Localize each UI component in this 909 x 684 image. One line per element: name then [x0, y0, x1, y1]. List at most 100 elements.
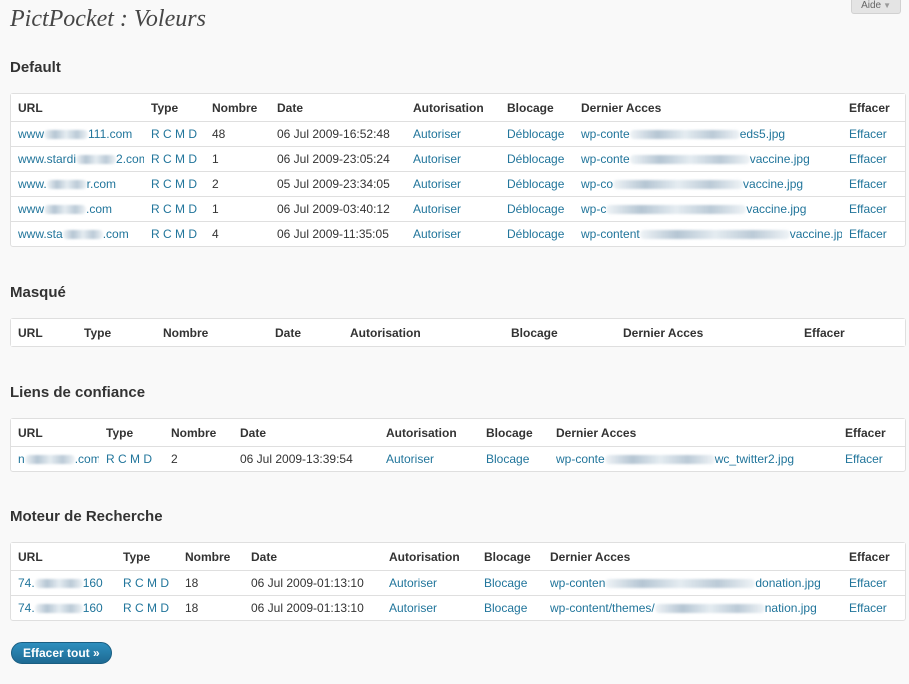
- block-link[interactable]: Déblocage: [507, 227, 564, 241]
- url-link[interactable]: www 111.com: [18, 127, 132, 141]
- col-header-dernier-acces: Dernier Acces: [549, 419, 838, 447]
- type-link-r[interactable]: R: [151, 177, 160, 191]
- delete-link[interactable]: Effacer: [845, 452, 883, 466]
- col-header-autorisation: Autorisation: [406, 94, 500, 122]
- type-link-c[interactable]: C: [163, 177, 172, 191]
- last-access-link[interactable]: wp-conte eds5.jpg: [581, 127, 785, 141]
- type-link-r[interactable]: R: [151, 127, 160, 141]
- block-link[interactable]: Blocage: [484, 601, 527, 615]
- url-link[interactable]: 74. 160: [18, 601, 103, 615]
- authorize-link[interactable]: Autoriser: [413, 127, 461, 141]
- url-cell: www.stardi2.com: [11, 147, 144, 172]
- block-link[interactable]: Blocage: [484, 576, 527, 590]
- auth-cell: Autoriser: [382, 571, 477, 596]
- authorize-link[interactable]: Autoriser: [413, 227, 461, 241]
- delete-link[interactable]: Effacer: [849, 576, 887, 590]
- last-access-link[interactable]: wp-conten donation.jpg: [550, 576, 821, 590]
- type-link-r[interactable]: R: [151, 227, 160, 241]
- delete-cell: Effacer: [842, 172, 905, 197]
- block-link[interactable]: Déblocage: [507, 202, 564, 216]
- col-header-nombre: Nombre: [178, 543, 244, 571]
- authorize-link[interactable]: Autoriser: [389, 576, 437, 590]
- block-link[interactable]: Déblocage: [507, 127, 564, 141]
- type-link-d[interactable]: D: [188, 152, 197, 166]
- last-access-link[interactable]: wp-c vaccine.jpg: [581, 202, 806, 216]
- type-link-c[interactable]: C: [135, 601, 144, 615]
- block-link[interactable]: Déblocage: [507, 177, 564, 191]
- col-header-effacer: Effacer: [838, 419, 905, 447]
- url-link[interactable]: www.sta .com: [18, 227, 129, 241]
- type-link-c[interactable]: C: [163, 202, 172, 216]
- last-access-link[interactable]: wp-contentvaccine.jpg: [581, 227, 842, 241]
- last-access-link[interactable]: wp-conte vaccine.jpg: [581, 152, 810, 166]
- type-cell: R C M D: [99, 447, 164, 471]
- block-link[interactable]: Déblocage: [507, 152, 564, 166]
- table-row: www.sta .com R C M D 4 06 Jul 2009-11:35:05 A…: [11, 222, 905, 246]
- delete-link[interactable]: Effacer: [849, 601, 887, 615]
- col-header-url: URL: [11, 419, 99, 447]
- type-link-m[interactable]: M: [175, 202, 185, 216]
- last-access-cell: wp-conte eds5.jpg: [574, 122, 842, 147]
- delete-cell: Effacer: [838, 447, 905, 471]
- url-link[interactable]: www .com: [18, 202, 112, 216]
- type-cell: R C M D: [144, 122, 205, 147]
- section-title-masque: Masqué: [10, 284, 66, 301]
- type-link-d[interactable]: D: [188, 177, 197, 191]
- delete-link[interactable]: Effacer: [849, 152, 887, 166]
- type-link-m[interactable]: M: [175, 152, 185, 166]
- type-link-d[interactable]: D: [188, 227, 197, 241]
- type-link-m[interactable]: M: [147, 576, 157, 590]
- page-title: PictPocket : Voleurs: [10, 6, 206, 32]
- type-link-d[interactable]: D: [188, 127, 197, 141]
- authorize-link[interactable]: Autoriser: [413, 202, 461, 216]
- type-link-d[interactable]: D: [160, 576, 169, 590]
- url-cell: www .com: [11, 197, 144, 222]
- url-link[interactable]: www. r.com: [18, 177, 116, 191]
- col-header-type: Type: [116, 543, 178, 571]
- redacted-blur: [76, 155, 117, 165]
- type-link-c[interactable]: C: [118, 452, 127, 466]
- type-link-r[interactable]: R: [106, 452, 115, 466]
- delete-link[interactable]: Effacer: [849, 127, 887, 141]
- last-access-link[interactable]: wp-co vaccine.jpg: [581, 177, 803, 191]
- block-link[interactable]: Blocage: [486, 452, 529, 466]
- col-header-url: URL: [11, 543, 116, 571]
- col-header-blocage: Blocage: [500, 94, 574, 122]
- redacted-blur: [654, 604, 765, 614]
- help-tab-label: Aide: [861, 0, 882, 11]
- type-link-m[interactable]: M: [175, 177, 185, 191]
- delete-link[interactable]: Effacer: [849, 227, 887, 241]
- type-link-d[interactable]: D: [160, 601, 169, 615]
- col-header-url: URL: [11, 319, 77, 346]
- clear-all-button[interactable]: Effacer tout »: [11, 642, 112, 664]
- delete-link[interactable]: Effacer: [849, 177, 887, 191]
- type-link-c[interactable]: C: [163, 152, 172, 166]
- url-link[interactable]: n .com: [18, 452, 99, 466]
- redacted-blur: [604, 455, 715, 465]
- type-link-d[interactable]: D: [143, 452, 152, 466]
- type-link-m[interactable]: M: [130, 452, 140, 466]
- section-title-default: Default: [10, 59, 61, 76]
- last-access-link[interactable]: wp-content/themes/nation.jpg: [550, 601, 817, 615]
- delete-link[interactable]: Effacer: [849, 202, 887, 216]
- type-link-m[interactable]: M: [175, 227, 185, 241]
- type-link-c[interactable]: C: [163, 127, 172, 141]
- url-link[interactable]: 74. 160: [18, 576, 103, 590]
- authorize-link[interactable]: Autoriser: [389, 601, 437, 615]
- type-link-r[interactable]: R: [123, 576, 132, 590]
- last-access-link[interactable]: wp-conte wc_twitter2.jpg: [556, 452, 794, 466]
- type-link-m[interactable]: M: [175, 127, 185, 141]
- type-link-r[interactable]: R: [123, 601, 132, 615]
- authorize-link[interactable]: Autoriser: [386, 452, 434, 466]
- type-link-d[interactable]: D: [188, 202, 197, 216]
- help-tab[interactable]: Aide ▼: [851, 0, 901, 14]
- authorize-link[interactable]: Autoriser: [413, 152, 461, 166]
- type-link-m[interactable]: M: [147, 601, 157, 615]
- url-link[interactable]: www.stardi2.com: [18, 152, 144, 166]
- type-link-r[interactable]: R: [151, 202, 160, 216]
- type-link-c[interactable]: C: [163, 227, 172, 241]
- type-link-c[interactable]: C: [135, 576, 144, 590]
- date-cell: 06 Jul 2009-11:35:05: [277, 227, 389, 241]
- type-link-r[interactable]: R: [151, 152, 160, 166]
- authorize-link[interactable]: Autoriser: [413, 177, 461, 191]
